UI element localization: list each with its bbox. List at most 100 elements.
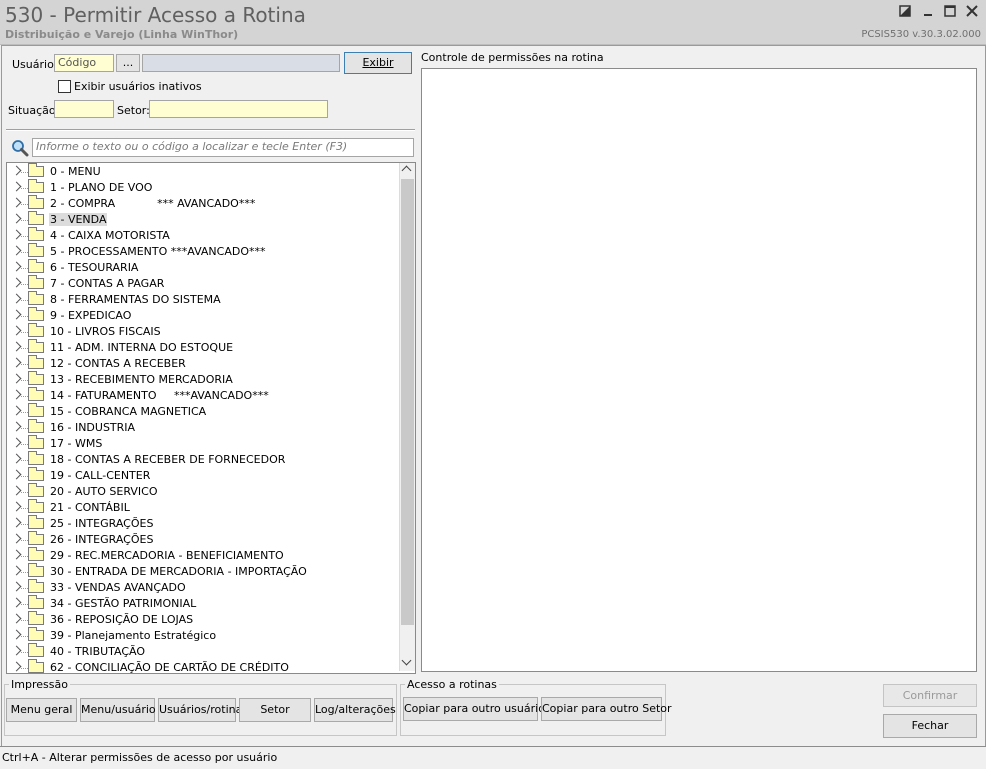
chevron-right-icon[interactable] bbox=[11, 357, 22, 368]
chevron-right-icon[interactable] bbox=[11, 629, 22, 640]
chevron-right-icon[interactable] bbox=[11, 309, 22, 320]
tree-item[interactable]: 26 - INTEGRAÇÕES bbox=[7, 531, 397, 548]
folder-icon bbox=[28, 403, 44, 417]
tree-item[interactable]: 9 - EXPEDICAO bbox=[7, 307, 397, 324]
fechar-button[interactable]: Fechar bbox=[883, 714, 977, 738]
chevron-right-icon[interactable] bbox=[11, 613, 22, 624]
chevron-right-icon[interactable] bbox=[11, 261, 22, 272]
tree-item[interactable]: 8 - FERRAMENTAS DO SISTEMA bbox=[7, 291, 397, 308]
chevron-right-icon[interactable] bbox=[11, 389, 22, 400]
chevron-right-icon[interactable] bbox=[11, 533, 22, 544]
tree-connector bbox=[21, 332, 28, 333]
chevron-right-icon[interactable] bbox=[11, 229, 22, 240]
tree-item[interactable]: 0 - MENU bbox=[7, 163, 397, 180]
chevron-right-icon[interactable] bbox=[11, 325, 22, 336]
tree-item[interactable]: 19 - CALL-CENTER bbox=[7, 467, 397, 484]
tree-item[interactable]: 14 - FATURAMENTO ***AVANCADO*** bbox=[7, 387, 397, 404]
maximize-icon[interactable] bbox=[940, 3, 960, 21]
tree-item[interactable]: 6 - TESOURARIA bbox=[7, 259, 397, 276]
chevron-right-icon[interactable] bbox=[11, 181, 22, 192]
copiar-usuario-button[interactable]: Copiar para outro usuário bbox=[403, 697, 545, 721]
tree-item[interactable]: 39 - Planejamento Estratégico bbox=[7, 627, 397, 644]
tree-item[interactable]: 12 - CONTAS A RECEBER bbox=[7, 355, 397, 372]
chevron-right-icon[interactable] bbox=[11, 165, 22, 176]
folder-icon bbox=[28, 499, 44, 513]
setor-button[interactable]: Setor bbox=[239, 698, 311, 722]
folder-icon bbox=[28, 579, 44, 593]
tree-item[interactable]: 13 - RECEBIMENTO MERCADORIA bbox=[7, 371, 397, 388]
chevron-right-icon[interactable] bbox=[11, 661, 22, 672]
folder-icon bbox=[28, 659, 44, 673]
chevron-right-icon[interactable] bbox=[11, 517, 22, 528]
lookup-button[interactable]: ... bbox=[116, 54, 140, 72]
tree-item-label: 13 - RECEBIMENTO MERCADORIA bbox=[50, 373, 233, 386]
tree-item[interactable]: 30 - ENTRADA DE MERCADORIA - IMPORTAÇÃO bbox=[7, 563, 397, 580]
tree-item[interactable]: 3 - VENDA bbox=[7, 211, 397, 228]
log-alteracoes-button[interactable]: Log/alterações bbox=[314, 698, 396, 722]
tree-item[interactable]: 25 - INTEGRAÇÕES bbox=[7, 515, 397, 532]
tree-item[interactable]: 34 - GESTÃO PATRIMONIAL bbox=[7, 595, 397, 612]
situacao-input[interactable] bbox=[54, 100, 114, 118]
version-label: PCSIS530 v.30.3.02.000 bbox=[861, 29, 981, 40]
search-input[interactable]: Informe o texto ou o código a localizar … bbox=[32, 138, 414, 157]
chevron-right-icon[interactable] bbox=[11, 437, 22, 448]
tree-item[interactable]: 16 - INDUSTRIA bbox=[7, 419, 397, 436]
tree-item[interactable]: 18 - CONTAS A RECEBER DE FORNECEDOR bbox=[7, 451, 397, 468]
tree-item[interactable]: 1 - PLANO DE VOO bbox=[7, 179, 397, 196]
chevron-right-icon[interactable] bbox=[11, 405, 22, 416]
folder-icon bbox=[28, 259, 44, 273]
chevron-right-icon[interactable] bbox=[11, 421, 22, 432]
menu-geral-button[interactable]: Menu geral bbox=[6, 698, 77, 722]
tree-item[interactable]: 21 - CONTÁBIL bbox=[7, 499, 397, 516]
chevron-right-icon[interactable] bbox=[11, 341, 22, 352]
chevron-right-icon[interactable] bbox=[11, 549, 22, 560]
chevron-right-icon[interactable] bbox=[11, 213, 22, 224]
permissions-panel[interactable] bbox=[421, 68, 977, 672]
close-icon[interactable] bbox=[962, 3, 982, 21]
tree-item[interactable]: 15 - COBRANCA MAGNETICA bbox=[7, 403, 397, 420]
tree-item[interactable]: 36 - REPOSIÇÃO DE LOJAS bbox=[7, 611, 397, 628]
codigo-input[interactable]: Código bbox=[54, 54, 114, 72]
setor-input[interactable] bbox=[149, 100, 328, 118]
tree-item[interactable]: 10 - LIVROS FISCAIS bbox=[7, 323, 397, 340]
tree-item[interactable]: 40 - TRIBUTAÇÃO bbox=[7, 643, 397, 660]
chevron-right-icon[interactable] bbox=[11, 277, 22, 288]
inativos-checkbox[interactable] bbox=[58, 80, 71, 93]
chevron-right-icon[interactable] bbox=[11, 645, 22, 656]
chevron-right-icon[interactable] bbox=[11, 245, 22, 256]
exibir-button[interactable]: Exibir bbox=[344, 52, 412, 74]
tree-connector bbox=[21, 252, 28, 253]
tree-scrollbar[interactable] bbox=[399, 163, 415, 671]
confirmar-button[interactable]: Confirmar bbox=[883, 684, 977, 707]
scroll-thumb[interactable] bbox=[401, 179, 414, 625]
tree-item[interactable]: 33 - VENDAS AVANÇADO bbox=[7, 579, 397, 596]
copiar-setor-button[interactable]: Copiar para outro Setor bbox=[541, 697, 672, 721]
chevron-right-icon[interactable] bbox=[11, 469, 22, 480]
tree-item[interactable]: 4 - CAIXA MOTORISTA bbox=[7, 227, 397, 244]
folder-icon bbox=[28, 275, 44, 289]
scroll-up-icon[interactable] bbox=[401, 165, 412, 176]
usuarios-rotina-button[interactable]: Usuários/rotina bbox=[158, 698, 242, 722]
restore-icon[interactable] bbox=[895, 3, 915, 21]
chevron-right-icon[interactable] bbox=[11, 581, 22, 592]
chevron-right-icon[interactable] bbox=[11, 565, 22, 576]
tree-item[interactable]: 20 - AUTO SERVICO bbox=[7, 483, 397, 500]
chevron-right-icon[interactable] bbox=[11, 501, 22, 512]
tree-item[interactable]: 5 - PROCESSAMENTO ***AVANCADO*** bbox=[7, 243, 397, 260]
chevron-right-icon[interactable] bbox=[11, 373, 22, 384]
chevron-right-icon[interactable] bbox=[11, 597, 22, 608]
tree-item[interactable]: 11 - ADM. INTERNA DO ESTOQUE bbox=[7, 339, 397, 356]
chevron-right-icon[interactable] bbox=[11, 197, 22, 208]
minimize-icon[interactable] bbox=[918, 3, 938, 21]
rotina-tree[interactable]: 0 - MENU 1 - PLANO DE VOO 2 - COMPRA *** A… bbox=[6, 162, 416, 674]
tree-item[interactable]: 7 - CONTAS A PAGAR bbox=[7, 275, 397, 292]
scroll-down-icon[interactable] bbox=[401, 655, 412, 666]
tree-item[interactable]: 29 - REC.MERCADORIA - BENEFICIAMENTO bbox=[7, 547, 397, 564]
chevron-right-icon[interactable] bbox=[11, 485, 22, 496]
chevron-right-icon[interactable] bbox=[11, 453, 22, 464]
tree-item[interactable]: 17 - WMS bbox=[7, 435, 397, 452]
tree-item[interactable]: 2 - COMPRA *** AVANCADO*** bbox=[7, 195, 397, 212]
tree-item[interactable]: 62 - CONCILIAÇÃO DE CARTÃO DE CRÉDITO bbox=[7, 659, 397, 673]
chevron-right-icon[interactable] bbox=[11, 293, 22, 304]
menu-usuario-button[interactable]: Menu/usuário bbox=[80, 698, 156, 722]
